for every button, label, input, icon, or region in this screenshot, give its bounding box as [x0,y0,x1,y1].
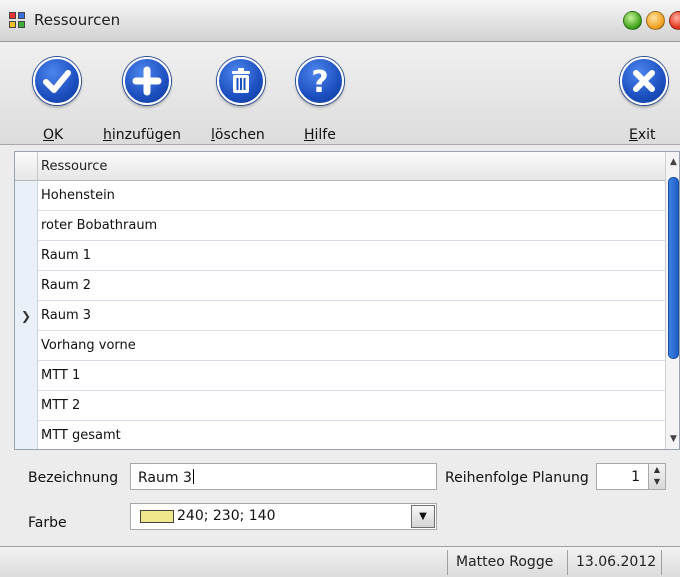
ok-button[interactable]: OK [5,51,95,143]
trash-icon [217,57,265,105]
status-user: Matteo Rogge [456,554,554,570]
table-row[interactable]: Vorhang vorne [15,331,665,361]
column-header-resource[interactable]: Ressource [41,159,107,174]
resource-cell: Raum 3 [41,308,92,323]
checkmark-icon [33,57,81,105]
table-row[interactable]: Hohenstein [15,181,665,211]
chevron-down-icon[interactable]: ▼ [411,505,435,528]
row-selector[interactable] [15,331,38,361]
table-row[interactable]: Raum 2 [15,271,665,301]
order-spin-buttons[interactable]: ▲ ▼ [648,464,665,489]
toolbar: OK hinzufügen löschen ? Hilfe Exit [0,43,680,145]
order-label: Reihenfolge Planung [445,470,589,486]
table-row[interactable]: Raum 1 [15,241,665,271]
name-label: Bezeichnung [28,470,119,486]
svg-text:?: ? [311,65,328,100]
close-window-button[interactable] [669,11,680,30]
row-selector[interactable]: ❯ [15,301,38,331]
name-input-value: Raum 3 [138,469,194,486]
name-input[interactable]: Raum 3 [130,463,437,490]
vertical-scrollbar[interactable]: ▲ ▼ [665,152,679,449]
add-label: hinzufügen [103,127,182,143]
color-label: Farbe [28,515,67,531]
help-button[interactable]: ? Hilfe [280,51,370,143]
table-row[interactable]: MTT 2 [15,391,665,421]
ok-label: OK [43,127,64,143]
resource-cell: Hohenstein [41,188,115,203]
table-row-selected[interactable]: ❯ Raum 3 [15,301,665,331]
status-divider [567,550,568,575]
status-divider [447,550,448,575]
order-value: 1 [631,469,640,485]
resource-cell: MTT 1 [41,368,81,383]
resource-cell: MTT gesamt [41,428,121,443]
color-value: 240; 230; 140 [177,508,276,524]
status-divider [661,550,662,575]
resource-cell: roter Bobathraum [41,218,158,233]
resource-cell: MTT 2 [41,398,81,413]
resource-table: Ressource Hohenstein roter Bobathraum Ra… [14,151,680,450]
row-selector[interactable] [15,421,38,449]
table-row[interactable]: MTT gesamt [15,421,665,449]
row-selector[interactable] [15,241,38,271]
plus-icon [123,57,171,105]
resource-cell: Raum 1 [41,248,92,263]
row-selector[interactable] [15,361,38,391]
question-mark-icon: ? [296,57,344,105]
resource-cell: Raum 2 [41,278,92,293]
help-label: Hilfe [304,127,336,143]
row-selector-header[interactable] [15,152,38,181]
app-grid-icon [9,12,27,30]
row-selector[interactable] [15,181,38,211]
order-stepper[interactable]: 1 ▲ ▼ [596,463,666,490]
row-selector[interactable] [15,271,38,301]
scroll-thumb[interactable] [668,177,679,359]
minimize-button[interactable] [623,11,642,30]
exit-label: Exit [629,127,656,143]
resource-cell: Vorhang vorne [41,338,136,353]
row-selector[interactable] [15,211,38,241]
add-button[interactable]: hinzufügen [102,51,192,143]
table-header: Ressource [15,152,665,181]
color-swatch [140,510,174,523]
status-bar: Matteo Rogge 13.06.2012 [0,546,680,577]
current-row-arrow-icon: ❯ [21,309,32,323]
spin-up-icon[interactable]: ▲ [649,464,665,476]
table-row[interactable]: MTT 1 [15,361,665,391]
x-icon [620,57,668,105]
window-title: Ressourcen [34,11,121,29]
scroll-up-icon[interactable]: ▲ [666,154,679,170]
delete-label: löschen [211,127,265,143]
scroll-down-icon[interactable]: ▼ [666,431,679,447]
maximize-button[interactable] [646,11,665,30]
spin-down-icon[interactable]: ▼ [649,476,665,488]
detail-form: Bezeichnung Raum 3 Reihenfolge Planung 1… [0,451,680,546]
row-selector[interactable] [15,391,38,421]
table-row[interactable]: roter Bobathraum [15,211,665,241]
color-select[interactable]: 240; 230; 140 ▼ [130,503,437,530]
title-bar: Ressourcen [0,0,680,42]
status-date: 13.06.2012 [576,554,657,570]
exit-button[interactable]: Exit [600,51,680,143]
delete-button[interactable]: löschen [200,51,290,143]
